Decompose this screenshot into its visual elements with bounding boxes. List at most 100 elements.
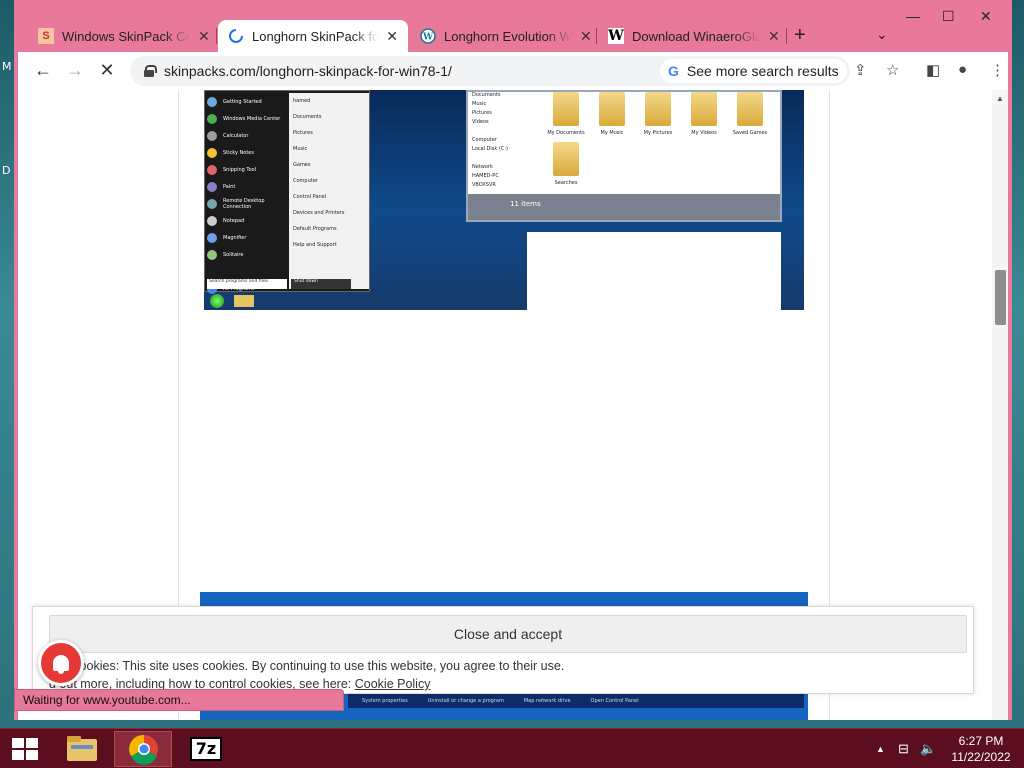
svg-text:W: W — [422, 33, 434, 43]
explorer-nav-item: HAMED-PC — [472, 173, 499, 179]
program-icon — [207, 147, 217, 158]
notification-bell-button[interactable] — [38, 640, 84, 686]
explorer-nav-item: Documents — [472, 92, 501, 98]
explorer-nav-item: Videos — [472, 119, 489, 125]
start-orb-icon — [210, 294, 224, 308]
program-icon — [207, 215, 217, 226]
desktop-icon-label[interactable]: D — [2, 164, 10, 177]
minimize-button[interactable]: — — [906, 8, 920, 24]
program-icon — [207, 249, 217, 260]
web-page: Getting Started Windows Media Center Calcu… — [18, 90, 992, 720]
explorer-nav-item — [472, 128, 538, 137]
start-menu-item — [207, 263, 289, 280]
chrome-taskbar-button[interactable] — [114, 731, 172, 767]
cookie-policy-link[interactable]: Cookie Policy — [355, 677, 431, 691]
folder-label: My Documents — [547, 130, 585, 136]
start-menu-item-label: Windows Media Center — [223, 115, 281, 122]
bell-icon — [53, 655, 69, 674]
folder-taskbar-icon — [234, 295, 254, 307]
tab-longhorn-evolution[interactable]: W Longhorn Evolution W ✕ — [410, 20, 602, 52]
tab-close-icon[interactable]: ✕ — [198, 28, 210, 45]
start-menu-place: Devices and Printers — [293, 210, 345, 216]
explorer-nav-item: Local Disk (C:) — [472, 146, 508, 152]
explorer-nav-pane: Documents Music Pictures Videos Computer Loca… — [472, 92, 538, 192]
forward-button[interactable]: → — [64, 60, 86, 81]
close-and-accept-button[interactable]: Close and accept — [49, 615, 967, 653]
stop-loading-button[interactable]: ✕ — [96, 60, 118, 81]
profile-icon[interactable]: ● — [958, 61, 967, 78]
start-menu-item: Sticky Notes — [207, 144, 289, 161]
tab-longhorn-skinpack[interactable]: Longhorn SkinPack for ✕ — [218, 20, 408, 52]
explorer-status: 11 items — [468, 194, 780, 220]
folder-item: My Documents — [546, 92, 586, 136]
folder-item: My Music — [592, 92, 632, 136]
start-menu-item-label: Calculator — [223, 132, 249, 139]
side-panel-icon[interactable]: ◧ — [926, 61, 940, 79]
folder-icon — [553, 92, 579, 126]
tab-close-icon[interactable]: ✕ — [580, 28, 592, 45]
tab-close-icon[interactable]: ✕ — [386, 28, 398, 45]
explorer-nav-item — [472, 155, 538, 164]
taskbar-clock[interactable]: 6:27 PM 11/22/2022 — [946, 733, 1016, 765]
share-icon[interactable]: ⇪ — [854, 61, 867, 79]
address-bar[interactable]: skinpacks.com/longhorn-skinpack-for-win7… — [130, 56, 850, 86]
back-button[interactable]: ← — [32, 60, 54, 81]
maximize-button[interactable]: ☐ — [942, 8, 955, 25]
tab-divider — [786, 28, 787, 44]
search-results-chip[interactable]: G See more search results — [660, 59, 847, 83]
network-icon[interactable]: ⊟ — [898, 741, 909, 757]
start-menu-place: Computer — [293, 178, 318, 184]
close-window-button[interactable]: ✕ — [980, 8, 992, 25]
skinpack-favicon: S — [38, 28, 54, 44]
scrollbar-thumb[interactable] — [995, 270, 1006, 325]
tab-search-chevron-icon[interactable]: ⌄ — [876, 26, 888, 43]
file-explorer-taskbar-button[interactable] — [60, 731, 104, 767]
start-menu-item-label: Paint — [223, 183, 236, 190]
image-overlay-box — [527, 232, 781, 310]
page-scrollbar[interactable]: ▲ — [992, 90, 1008, 720]
logo-pane — [26, 750, 38, 760]
logo-pane — [12, 738, 24, 748]
new-tab-button[interactable]: + — [794, 24, 806, 47]
start-menu-place: Default Programs — [293, 226, 337, 232]
explorer-nav-item: VBOXSVR — [472, 182, 496, 188]
folder-icon — [737, 92, 763, 126]
windows-start-icon[interactable] — [12, 738, 38, 760]
folder-item: My Pictures — [638, 92, 678, 136]
file-explorer-icon — [67, 736, 97, 761]
lock-icon[interactable] — [144, 65, 157, 77]
explorer-nav-item: Computer — [472, 137, 497, 143]
program-icon — [207, 96, 217, 107]
browser-menu-icon[interactable]: ⋮ — [990, 61, 1005, 79]
folder-item: Searches — [546, 142, 586, 186]
browser-toolbar: ← → ✕ skinpacks.com/longhorn-skinpack-fo… — [18, 52, 1008, 90]
show-hidden-icons-chevron-icon[interactable]: ▲ — [876, 744, 885, 754]
tab-windows-skinpack[interactable]: S Windows SkinPack Colle ✕ — [28, 20, 220, 52]
program-icon — [207, 198, 217, 209]
start-menu-item: Paint — [207, 178, 289, 195]
tab-title: Download WinaeroGlas — [632, 28, 760, 44]
7zip-taskbar-button[interactable]: 7z — [182, 731, 230, 767]
tab-winaero-glass[interactable]: W Download WinaeroGlas ✕ — [598, 20, 790, 52]
start-menu-place: Control Panel — [293, 194, 327, 200]
start-menu-place: Pictures — [293, 130, 313, 136]
cookie-banner: Close and accept y & Cookies: This site … — [32, 606, 974, 694]
start-menu-item: Snipping Tool — [207, 161, 289, 178]
program-icon — [207, 130, 217, 141]
start-menu-item-label: Snipping Tool — [223, 166, 257, 173]
url-text[interactable]: skinpacks.com/longhorn-skinpack-for-win7… — [164, 63, 452, 79]
status-bubble: Waiting for www.youtube.com... — [14, 689, 344, 711]
desktop-icon-label[interactable]: M — [2, 60, 12, 73]
tab-divider — [216, 28, 217, 44]
browser-window: S Windows SkinPack Colle ✕ Longhorn Skin… — [14, 0, 1012, 720]
program-icon — [207, 232, 217, 243]
volume-icon[interactable]: 🔈 — [920, 741, 936, 757]
scroll-up-icon[interactable]: ▲ — [996, 94, 1004, 103]
bookmark-star-icon[interactable]: ☆ — [886, 61, 899, 79]
tab-close-icon[interactable]: ✕ — [768, 28, 780, 45]
command-strip-item: System properties — [362, 698, 408, 704]
tab-title: Windows SkinPack Colle — [62, 28, 190, 44]
tab-title: Longhorn Evolution W — [444, 28, 572, 44]
start-menu-programs: Getting Started Windows Media Center Calcu… — [207, 93, 289, 294]
start-menu-item-label: Notepad — [223, 217, 245, 224]
